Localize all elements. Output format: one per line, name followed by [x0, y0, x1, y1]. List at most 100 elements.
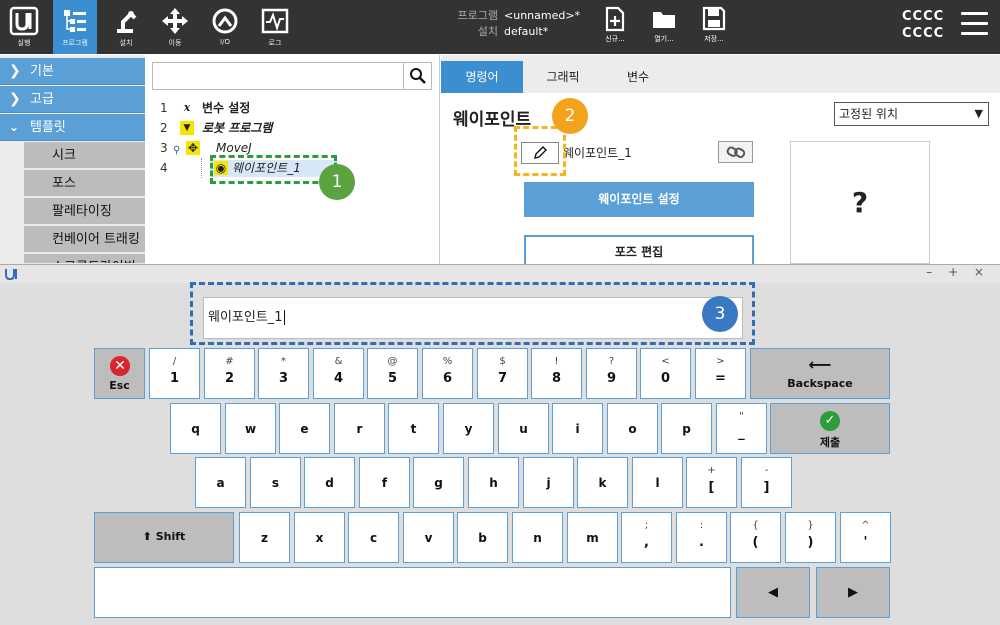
key-row1-5[interactable]: % 6	[422, 348, 473, 399]
esc-key[interactable]: ✕ Esc	[94, 348, 145, 399]
save-button[interactable]: 저장...	[694, 6, 734, 44]
window-controls[interactable]: – + ×	[926, 265, 990, 279]
key-row1-3[interactable]: & 4	[313, 348, 364, 399]
key-char: b	[478, 531, 487, 545]
key-row1-7[interactable]: ! 8	[531, 348, 582, 399]
key-row2-7[interactable]: i	[552, 403, 603, 454]
sidebar-item-conveyor[interactable]: 컨베이어 트래킹	[24, 226, 145, 253]
sidebar-item-seek[interactable]: 시크	[24, 142, 145, 169]
nav-run[interactable]: 실행	[2, 0, 46, 54]
key-char: e	[300, 422, 309, 436]
key-row3-10[interactable]: -]	[741, 457, 792, 508]
arrow-left-key[interactable]: ◀	[736, 567, 810, 618]
key-row1-2[interactable]: * 3	[258, 348, 309, 399]
key-row2-0[interactable]: q	[170, 403, 221, 454]
key-row3-4[interactable]: g	[413, 457, 464, 508]
chevron-right-icon: ❯	[9, 63, 21, 79]
tab-graphics[interactable]: 그래픽	[523, 61, 603, 93]
search-button[interactable]	[403, 63, 431, 89]
key-row4-11[interactable]: ^ '	[840, 512, 891, 563]
key-row1-0[interactable]: /1	[149, 348, 200, 399]
space-key[interactable]	[94, 567, 731, 618]
key-row3-3[interactable]: f	[359, 457, 410, 508]
tree-row-1[interactable]: 1 x 변수 설정	[146, 98, 440, 118]
key-char: '	[863, 535, 868, 550]
key-row2-1[interactable]: w	[225, 403, 276, 454]
shift-key[interactable]: ⬆ Shift	[94, 512, 234, 563]
tree-row-2[interactable]: 2 ▼ 로봇 프로그램	[146, 118, 440, 138]
key-row1-4[interactable]: @5	[367, 348, 418, 399]
key-row3-9[interactable]: +[	[686, 457, 737, 508]
key-row4-5[interactable]: n	[512, 512, 563, 563]
nav-io-label: I/O	[220, 38, 230, 46]
key-row4-7[interactable]: ;,	[621, 512, 672, 563]
key-row2-9[interactable]: p	[661, 403, 712, 454]
key-row4-10[interactable]: })	[785, 512, 836, 563]
set-waypoint-button[interactable]: 웨이포인트 설정	[524, 182, 754, 217]
key-shift-char: >	[716, 356, 725, 367]
key-row2-8[interactable]: o	[607, 403, 658, 454]
key-row3-2[interactable]: d	[304, 457, 355, 508]
key-row3-5[interactable]: h	[468, 457, 519, 508]
key-row4-3[interactable]: v	[403, 512, 454, 563]
sidebar-category-advanced[interactable]: ❯ 고급	[0, 86, 145, 113]
key-row3-6[interactable]: j	[523, 457, 574, 508]
nav-program-label: 프로그램	[62, 39, 88, 47]
key-char: j	[546, 476, 551, 490]
key-row4-1[interactable]: x	[294, 512, 345, 563]
key-char: u	[519, 422, 528, 436]
new-file-icon	[605, 6, 625, 32]
sidebar-category-label: 템플릿	[30, 120, 66, 135]
key-row3-7[interactable]: k	[577, 457, 628, 508]
nav-io[interactable]: I/O	[203, 0, 247, 54]
sidebar-category-templates[interactable]: ⌄ 템플릿	[0, 114, 145, 141]
key-char: n	[533, 531, 542, 545]
key-row2-6[interactable]: u	[498, 403, 549, 454]
sidebar-item-force[interactable]: 포스	[24, 170, 145, 197]
key-row1-9[interactable]: <0	[640, 348, 691, 399]
nav-program[interactable]: 프로그램	[53, 0, 97, 54]
sidebar-item-screwdriving[interactable]: 스크류드라이빙	[24, 254, 145, 264]
open-label: 열기...	[654, 35, 674, 43]
backspace-key[interactable]: ⟵ Backspace	[750, 348, 890, 399]
new-button[interactable]: 신규...	[595, 6, 635, 44]
hamburger-menu-icon[interactable]	[961, 12, 988, 42]
key-row4-0[interactable]: z	[239, 512, 290, 563]
key-row2-2[interactable]: e	[279, 403, 330, 454]
key-row3-1[interactable]: s	[250, 457, 301, 508]
key-row1-10[interactable]: > =	[695, 348, 746, 399]
key-row4-4[interactable]: b	[457, 512, 508, 563]
key-row4-8[interactable]: :.	[676, 512, 727, 563]
open-button[interactable]: 열기...	[644, 6, 684, 44]
key-row1-1[interactable]: #2	[204, 348, 255, 399]
nav-install[interactable]: 설치	[104, 0, 148, 54]
nav-install-label: 설치	[119, 39, 133, 47]
nav-move[interactable]: 이동	[153, 0, 197, 54]
position-type-select[interactable]: 고정된 위치 ▼	[834, 102, 989, 126]
nav-log[interactable]: 로그	[253, 0, 297, 54]
program-name: <unnamed>*	[504, 9, 581, 22]
key-shift-char: "	[739, 411, 744, 422]
tab-variables[interactable]: 변수	[603, 61, 673, 93]
sidebar-category-basic[interactable]: ❯ 기본	[0, 58, 145, 85]
tab-command[interactable]: 명령어	[441, 61, 523, 93]
program-tree-icon	[64, 10, 86, 32]
key-row3-0[interactable]: a	[195, 457, 246, 508]
key-row4-6[interactable]: m	[567, 512, 618, 563]
sidebar-item-palletizing[interactable]: 팔레타이징	[24, 198, 145, 225]
key-char: 5	[387, 371, 398, 386]
key-row1-6[interactable]: $7	[477, 348, 528, 399]
key-row1-8[interactable]: ? 9	[586, 348, 637, 399]
key-row3-8[interactable]: l	[632, 457, 683, 508]
link-button[interactable]	[718, 141, 753, 163]
key-row4-9[interactable]: {(	[730, 512, 781, 563]
highlight-box-2	[514, 126, 566, 176]
key-row2-4[interactable]: t	[388, 403, 439, 454]
key-row4-2[interactable]: c	[348, 512, 399, 563]
key-row2-5[interactable]: y	[443, 403, 494, 454]
tree-search-input[interactable]	[157, 64, 397, 88]
key-row2-10[interactable]: " _	[716, 403, 767, 454]
arrow-right-key[interactable]: ▶	[816, 567, 890, 618]
submit-key[interactable]: ✓ 제출	[770, 403, 890, 454]
key-row2-3[interactable]: r	[334, 403, 385, 454]
